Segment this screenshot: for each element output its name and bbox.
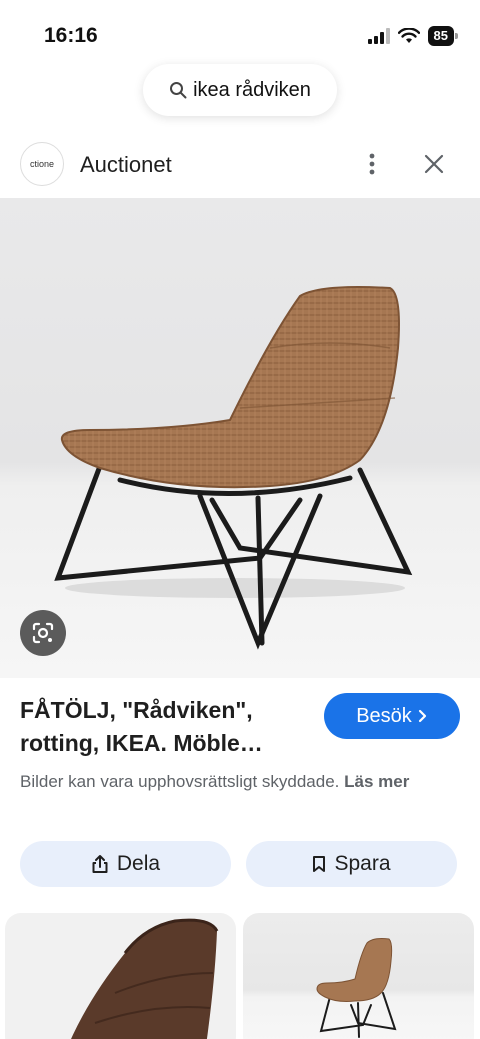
close-icon <box>424 154 444 174</box>
source-name[interactable]: Auctionet <box>80 152 172 178</box>
close-button[interactable] <box>418 148 450 180</box>
battery-indicator: 85 <box>427 26 459 46</box>
source-favicon: ctione <box>20 142 64 186</box>
more-vert-icon <box>369 153 375 175</box>
share-button-label: Dela <box>116 852 161 875</box>
visit-button[interactable]: Besök <box>324 693 460 739</box>
share-button[interactable]: Dela <box>20 841 231 887</box>
share-icon <box>92 855 108 873</box>
wifi-icon <box>397 28 420 43</box>
more-options-button[interactable] <box>356 148 388 180</box>
copyright-notice: Bilder kan vara upphovsrättsligt skyddad… <box>20 768 465 795</box>
search-pill[interactable]: ikea rådviken <box>143 64 337 116</box>
search-query: ikea rådviken <box>193 78 311 101</box>
bookmark-icon <box>313 856 326 872</box>
cellular-signal-icon <box>367 28 390 44</box>
status-time: 16:16 <box>44 24 98 47</box>
copyright-text: Bilder kan vara upphovsrättsligt skyddad… <box>20 772 340 791</box>
save-button-label: Spara <box>334 852 391 875</box>
favicon-text: ctione <box>29 159 55 169</box>
related-image-thumbnail[interactable] <box>243 913 474 1039</box>
search-icon <box>170 82 187 99</box>
lens-icon <box>32 622 54 644</box>
status-bar: 16:16 85 <box>0 0 480 68</box>
source-header: ctione Auctionet <box>0 140 480 190</box>
status-icons: 85 <box>367 26 459 46</box>
google-lens-button[interactable] <box>20 610 66 656</box>
dark-rattan-chair-image <box>71 918 219 1039</box>
save-button[interactable]: Spara <box>246 841 457 887</box>
rattan-chair-thumb-image <box>316 938 397 1038</box>
main-product-image[interactable] <box>0 198 480 678</box>
read-more-link[interactable]: Läs mer <box>344 772 409 791</box>
rattan-chair-image <box>54 286 413 650</box>
related-image-thumbnail[interactable] <box>5 913 236 1039</box>
visit-button-label: Besök <box>356 704 412 727</box>
result-title[interactable]: FÅTÖLJ, "Rådviken", rotting, IKEA. Möble… <box>20 694 310 760</box>
chevron-right-icon <box>418 709 426 723</box>
